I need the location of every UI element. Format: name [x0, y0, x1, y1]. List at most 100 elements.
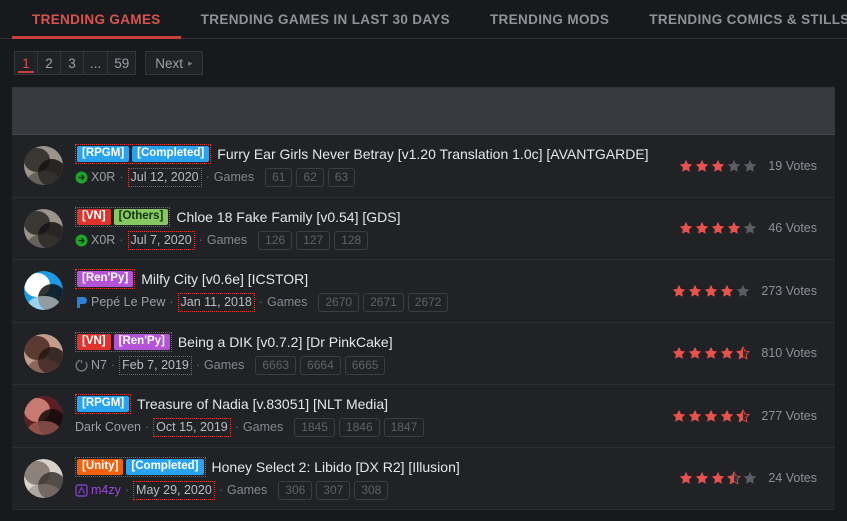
category-link[interactable]: Games	[227, 482, 267, 499]
thread-title-link[interactable]: Being a DIK [v0.7.2] [Dr PinkCake]	[178, 334, 393, 350]
author-link[interactable]: X0R	[91, 169, 115, 186]
next-page-button[interactable]: Next ▸	[145, 51, 203, 75]
list-rows: [RPGM] [Completed] Furry Ear Girls Never B…	[12, 135, 835, 510]
meta-line: X0R · Jul 7, 2020 · Games 126 127 128	[75, 230, 669, 250]
page-3[interactable]: 3	[60, 51, 83, 75]
count-box[interactable]: 127	[296, 230, 331, 250]
avatar[interactable]	[24, 333, 63, 373]
count-box[interactable]: 1847	[383, 418, 425, 438]
tab-trending-games[interactable]: TRENDING GAMES	[12, 0, 181, 39]
avatar[interactable]	[24, 458, 63, 498]
tab-trending-games-in-last-30-days[interactable]: TRENDING GAMES IN LAST 30 DAYS	[181, 0, 470, 39]
count-box[interactable]: 306	[278, 480, 313, 500]
avatar[interactable]	[24, 396, 63, 436]
count-boxes: 1845 1846 1847	[294, 418, 428, 438]
star-rating[interactable]	[679, 159, 759, 173]
star-rating[interactable]	[679, 221, 759, 235]
star-rating[interactable]	[672, 346, 752, 360]
category-link[interactable]: Games	[243, 419, 283, 436]
tab-trending-mods[interactable]: TRENDING MODS	[470, 0, 629, 39]
count-box[interactable]: 1846	[338, 418, 380, 438]
count-boxes: 2670 2671 2672	[318, 293, 452, 313]
table-row[interactable]: [RPGM] Treasure of Nadia [v.83051] [NLT M…	[12, 385, 835, 448]
star-empty-icon	[736, 284, 750, 298]
post-date[interactable]: Jan 11, 2018	[177, 293, 255, 313]
count-box[interactable]: 128	[334, 230, 369, 250]
tag-vn[interactable]: [VN]	[77, 208, 111, 225]
category-link[interactable]: Games	[204, 357, 244, 374]
page-59[interactable]: 59	[107, 51, 137, 75]
separator-dot: ·	[119, 232, 124, 247]
count-boxes: 126 127 128	[258, 230, 372, 250]
count-box[interactable]: 6664	[300, 355, 341, 375]
tag-others[interactable]: [Others]	[113, 208, 169, 225]
table-row[interactable]: [Unity] [Completed] Honey Select 2: Libido…	[12, 448, 835, 510]
row-main: [VN] [Ren'Py] Being a DIK [v0.7.2] [Dr Pin…	[75, 331, 662, 375]
thread-title-link[interactable]: Chloe 18 Fake Family [v0.54] [GDS]	[176, 209, 400, 225]
page-2[interactable]: 2	[37, 51, 60, 75]
rating-cell: 19 Votes	[679, 159, 829, 173]
count-box[interactable]: 6665	[344, 355, 386, 375]
count-box[interactable]: 6663	[255, 355, 297, 375]
title-line: [RPGM] [Completed] Furry Ear Girls Never B…	[75, 144, 669, 165]
count-box[interactable]: 2672	[407, 293, 449, 313]
count-box[interactable]: 61	[265, 168, 293, 188]
category-link[interactable]: Games	[267, 294, 307, 311]
count-box[interactable]: 126	[258, 230, 293, 250]
count-box[interactable]: 308	[354, 480, 389, 500]
tag-rpgm[interactable]: [RPGM]	[77, 146, 130, 163]
star-full-icon	[688, 409, 702, 423]
count-box[interactable]: 1845	[294, 418, 335, 438]
tag-renpy[interactable]: [Ren'Py]	[77, 271, 134, 288]
thread-title-link[interactable]: Honey Select 2: Libido [DX R2] [Illusion…	[212, 459, 460, 475]
table-row[interactable]: [VN] [Ren'Py] Being a DIK [v0.7.2] [Dr Pin…	[12, 323, 835, 385]
rating-cell: 24 Votes	[679, 471, 829, 485]
thread-title-link[interactable]: Treasure of Nadia [v.83051] [NLT Media]	[137, 396, 388, 412]
count-box[interactable]: 2671	[363, 293, 404, 313]
rating-cell: 277 Votes	[672, 408, 829, 423]
trending-tabs: TRENDING GAMES TRENDING GAMES IN LAST 30 …	[0, 0, 847, 39]
star-empty-icon	[727, 159, 741, 173]
page-ellipsisellipsisellipsis[interactable]: ...	[83, 51, 108, 75]
tag-rpgm[interactable]: [RPGM]	[77, 396, 130, 413]
author-link[interactable]: X0R	[91, 232, 115, 249]
star-rating[interactable]	[679, 471, 759, 485]
table-row[interactable]: [VN] [Others] Chloe 18 Fake Family [v0.54]…	[12, 198, 835, 260]
post-date[interactable]: May 29, 2020	[133, 480, 215, 500]
count-box[interactable]: 2670	[318, 293, 360, 313]
page-1[interactable]: 1	[14, 51, 37, 75]
separator-dot: ·	[169, 295, 174, 310]
author-link[interactable]: Pepé Le Pew	[91, 294, 165, 311]
thread-title-link[interactable]: Furry Ear Girls Never Betray [v1.20 Tran…	[217, 146, 648, 162]
tag-completed[interactable]: [Completed]	[126, 458, 204, 475]
tab-trending-comics-stills[interactable]: TRENDING COMICS & STILLS	[629, 0, 847, 39]
post-date[interactable]: Jul 7, 2020	[127, 230, 195, 250]
author-link[interactable]: N7	[91, 357, 107, 374]
table-row[interactable]: [Ren'Py] Milfy City [v0.6e] [ICSTOR] Pepé …	[12, 260, 835, 323]
post-date[interactable]: Jul 12, 2020	[127, 168, 202, 188]
post-date[interactable]: Oct 15, 2019	[153, 418, 231, 438]
author-link[interactable]: m4zy	[91, 482, 121, 499]
thread-title-link[interactable]: Milfy City [v0.6e] [ICSTOR]	[141, 271, 308, 287]
tag-renpy[interactable]: [Ren'Py]	[113, 333, 170, 350]
count-box[interactable]: 63	[327, 168, 356, 188]
avatar[interactable]	[24, 271, 63, 311]
category-link[interactable]: Games	[207, 232, 247, 249]
avatar[interactable]	[24, 208, 63, 248]
category-link[interactable]: Games	[214, 169, 254, 186]
author-link[interactable]: Dark Coven	[75, 419, 141, 436]
tag-vn[interactable]: [VN]	[77, 333, 111, 350]
avatar[interactable]	[24, 146, 63, 186]
star-full-icon	[672, 409, 686, 423]
purple-icon	[75, 484, 88, 497]
title-line: [VN] [Ren'Py] Being a DIK [v0.7.2] [Dr Pin…	[75, 331, 662, 352]
post-date[interactable]: Feb 7, 2019	[119, 355, 192, 375]
count-box[interactable]: 62	[296, 168, 324, 188]
count-box[interactable]: 307	[316, 480, 351, 500]
tag-unity[interactable]: [Unity]	[77, 458, 124, 475]
tag-completed[interactable]: [Completed]	[132, 146, 210, 163]
star-rating[interactable]	[672, 408, 752, 423]
star-rating[interactable]	[672, 284, 752, 298]
meta-line: m4zy · May 29, 2020 · Games 306 307 308	[75, 480, 669, 500]
table-row[interactable]: [RPGM] [Completed] Furry Ear Girls Never B…	[12, 135, 835, 198]
